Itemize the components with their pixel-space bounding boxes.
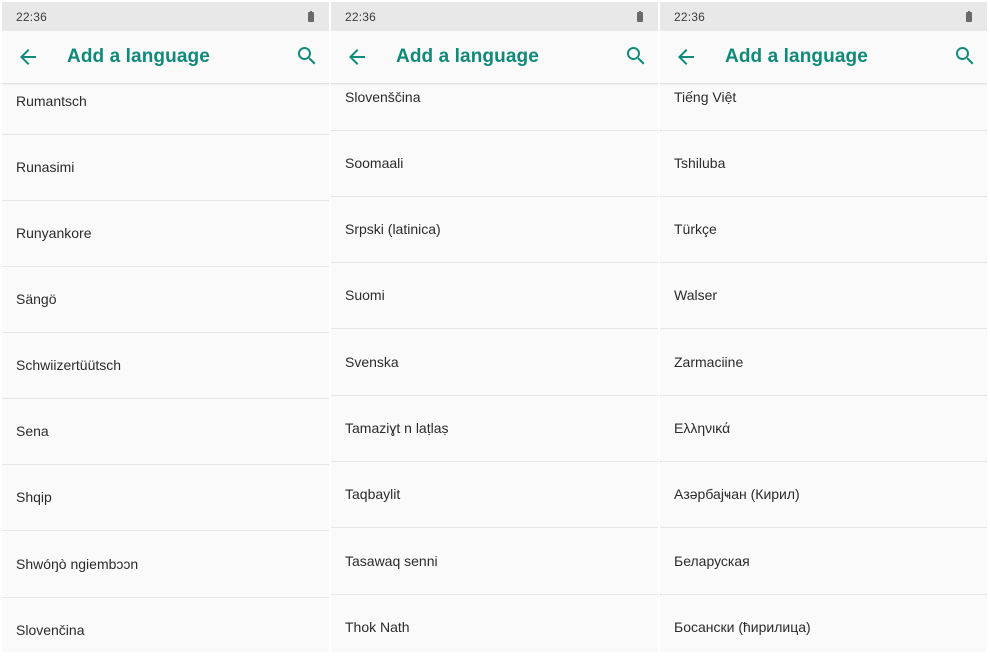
language-name: Walser	[674, 287, 718, 303]
language-name: Босански (ћирилица)	[674, 619, 811, 635]
language-name: Sängö	[16, 291, 57, 307]
language-list: Slovenščina Soomaali Srpski (latinica) S…	[331, 84, 658, 652]
language-list-item[interactable]: Türkçe	[660, 196, 987, 263]
language-name: Slovenčina	[16, 622, 85, 638]
language-name: Азәрбајҹан (Кирил)	[674, 486, 800, 502]
language-name: Türkçe	[674, 221, 717, 237]
status-time: 22:36	[16, 10, 48, 24]
language-list-item[interactable]: Thok Nath	[331, 594, 658, 652]
language-name: Taqbaylit	[345, 486, 401, 502]
screenshot-stage: 22:36 Add a language Rumantsch Runasimi …	[0, 0, 990, 660]
screen-3: 22:36 Add a language Tiếng Việt Tshiluba…	[660, 2, 987, 652]
arrow-back-icon[interactable]	[16, 45, 40, 69]
language-list-item[interactable]: Tshiluba	[660, 130, 987, 197]
language-name: Tiếng Việt	[674, 89, 737, 105]
language-list-item[interactable]: Taqbaylit	[331, 461, 658, 528]
language-name: Runasimi	[16, 159, 75, 175]
screen-1: 22:36 Add a language Rumantsch Runasimi …	[2, 2, 329, 652]
language-list-item[interactable]: Svenska	[331, 329, 658, 396]
language-list-item[interactable]: Shwóŋò ngiembɔɔn	[2, 531, 329, 598]
language-list-item[interactable]: Tasawaq senni	[331, 528, 658, 595]
language-list-item[interactable]: Suomi	[331, 262, 658, 329]
status-bar: 22:36	[660, 2, 987, 31]
status-time: 22:36	[345, 10, 377, 24]
language-name: Soomaali	[345, 155, 404, 171]
language-list-item[interactable]: Sängö	[2, 266, 329, 333]
language-list-item[interactable]: Walser	[660, 262, 987, 329]
battery-icon	[308, 11, 314, 22]
language-name: Tshiluba	[674, 155, 726, 171]
language-list-item[interactable]: Runasimi	[2, 134, 329, 201]
language-list: Rumantsch Runasimi Runyankore Sängö Schw…	[2, 84, 329, 652]
language-list-item[interactable]: Босански (ћирилица)	[660, 594, 987, 652]
status-bar: 22:36	[2, 2, 329, 31]
language-name: Беларуская	[674, 553, 750, 569]
language-name: Svenska	[345, 354, 399, 370]
language-list-item[interactable]: Runyankore	[2, 200, 329, 267]
language-name: Runyankore	[16, 225, 92, 241]
language-name: Srpski (latinica)	[345, 221, 441, 237]
language-list-item[interactable]: Rumantsch	[2, 68, 329, 135]
language-list-item[interactable]: Soomaali	[331, 130, 658, 197]
page-title: Add a language	[67, 46, 210, 67]
language-name: Schwiizertüütsch	[16, 357, 122, 373]
language-list-item[interactable]: Tamaziɣt n laṭlaṣ	[331, 395, 658, 462]
status-bar: 22:36	[331, 2, 658, 31]
language-name: Thok Nath	[345, 619, 410, 635]
language-list-item[interactable]: Shqip	[2, 464, 329, 531]
language-list-item[interactable]: Азәрбајҹан (Кирил)	[660, 461, 987, 528]
language-name: Tasawaq senni	[345, 553, 438, 569]
language-list: Tiếng Việt Tshiluba Türkçe Walser Zarmac…	[660, 84, 987, 652]
language-name: Slovenščina	[345, 89, 421, 105]
language-name: Shqip	[16, 489, 52, 505]
battery-icon	[966, 11, 972, 22]
language-list-item[interactable]: Slovenščina	[331, 64, 658, 131]
language-name: Rumantsch	[16, 93, 87, 109]
language-name: Sena	[16, 423, 49, 439]
screen-2: 22:36 Add a language Slovenščina Soomaal…	[331, 2, 658, 652]
language-list-item[interactable]: Sena	[2, 398, 329, 465]
language-list-item[interactable]: Беларуская	[660, 528, 987, 595]
language-list-item[interactable]: Ελληνικά	[660, 395, 987, 462]
language-list-item[interactable]: Schwiizertüütsch	[2, 332, 329, 399]
language-list-item[interactable]: Slovenčina	[2, 597, 329, 652]
language-list-item[interactable]: Tiếng Việt	[660, 64, 987, 131]
language-name: Shwóŋò ngiembɔɔn	[16, 556, 139, 572]
search-icon[interactable]	[295, 44, 319, 68]
language-name: Suomi	[345, 287, 385, 303]
language-list-item[interactable]: Zarmaciine	[660, 329, 987, 396]
language-name: Ελληνικά	[674, 420, 731, 436]
battery-icon	[637, 11, 643, 22]
language-list-item[interactable]: Srpski (latinica)	[331, 196, 658, 263]
language-name: Zarmaciine	[674, 354, 744, 370]
language-name: Tamaziɣt n laṭlaṣ	[345, 420, 449, 436]
status-time: 22:36	[674, 10, 706, 24]
